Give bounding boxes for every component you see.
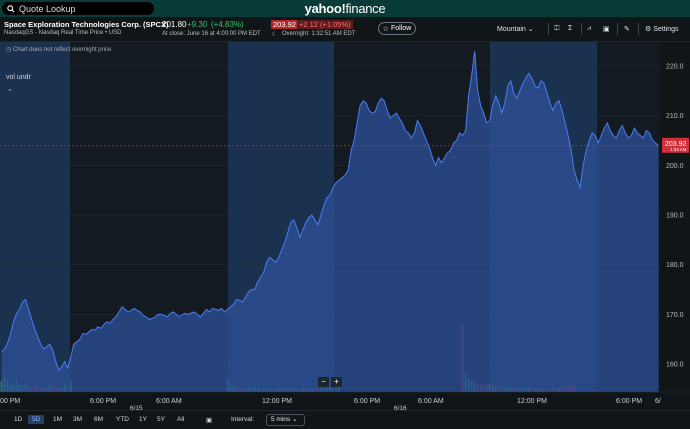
top-bar: Quote Lookup yahoo!finance bbox=[0, 0, 690, 17]
x-tick-label: 6:00 PM bbox=[90, 398, 116, 405]
y-tick-label: 220.0 bbox=[666, 63, 684, 70]
zoom-in-button[interactable]: + bbox=[331, 377, 342, 387]
price-badge-time: 1:33 AM bbox=[670, 147, 687, 152]
y-tick-label: 210.0 bbox=[666, 113, 684, 120]
overnight-time: Overnight: 1:32:51 AM EDT bbox=[282, 31, 356, 37]
exchange-info: NasdaqGS - Nasdaq Real Time Price • USD bbox=[4, 30, 122, 36]
chart-type-icon[interactable]: ⩘ bbox=[587, 25, 591, 33]
indicators-icon[interactable]: Σ bbox=[568, 25, 572, 32]
calendar-icon[interactable]: ▣ bbox=[202, 415, 216, 425]
range-all[interactable]: All bbox=[173, 415, 188, 424]
range-3m[interactable]: 3M bbox=[69, 415, 86, 424]
price-change-percent: (+4.83%) bbox=[211, 20, 244, 29]
y-tick-label: 190.0 bbox=[666, 212, 684, 219]
x-tick-label: 6:00 AM bbox=[156, 398, 182, 405]
y-tick-label: 160.0 bbox=[666, 362, 684, 369]
divider bbox=[617, 23, 618, 35]
y-tick-label: 170.0 bbox=[666, 312, 684, 319]
follow-button[interactable]: ☆ Follow bbox=[378, 22, 416, 35]
range-5y[interactable]: 5Y bbox=[153, 415, 169, 424]
draw-icon[interactable]: ✎ bbox=[624, 25, 630, 33]
interval-select[interactable]: 5 mins ⌄ bbox=[266, 414, 305, 426]
yahoo-finance-logo[interactable]: yahoo!finance bbox=[0, 1, 690, 16]
overnight-price: 203.92 bbox=[271, 20, 298, 29]
clock-icon: ◷ bbox=[6, 47, 12, 53]
interval-label: Interval: bbox=[231, 416, 255, 423]
x-tick-label: 6:00 PM bbox=[354, 398, 380, 405]
chevron-up-icon[interactable]: ⌃ bbox=[7, 88, 13, 96]
overnight-note: ◷ Chart does not reflect overnight price bbox=[6, 47, 112, 53]
y-tick-label: 180.0 bbox=[666, 262, 684, 269]
price-chart[interactable]: 160.0 170.0 180.0 190.0 200.0 210.0 220.0 00 P… bbox=[0, 42, 690, 410]
y-tick-label: 200.0 bbox=[666, 163, 684, 170]
save-icon[interactable]: ▣ bbox=[603, 25, 610, 33]
divider bbox=[548, 23, 549, 35]
volume-reference-label: vol undr bbox=[6, 74, 31, 81]
x-tick-label: 12:00 PM bbox=[262, 398, 292, 405]
theme-select[interactable]: Mountain ⌄ bbox=[497, 25, 534, 33]
range-5d[interactable]: 5D bbox=[28, 415, 45, 424]
range-bar: 1D 5D 1M 3M 6M YTD 1Y 5Y All ▣ Interval:… bbox=[0, 410, 690, 429]
gear-icon: ⚙ bbox=[645, 26, 652, 33]
star-icon: ☆ bbox=[382, 25, 390, 33]
overnight-change: +2.12 bbox=[297, 20, 320, 29]
moon-icon: ☾ bbox=[272, 32, 278, 38]
range-ytd[interactable]: YTD bbox=[112, 415, 133, 424]
x-tick-label: 6:00 PM bbox=[616, 398, 642, 405]
x-tick-label: 00 PM bbox=[0, 398, 20, 405]
range-1m[interactable]: 1M bbox=[49, 415, 66, 424]
close-info: At close: June 16 at 4:00:00 PM EDT bbox=[162, 31, 261, 37]
overnight-change-percent: (+1.05%) bbox=[318, 20, 353, 29]
price-badge: 203.92 1:33 AM bbox=[662, 137, 689, 153]
chart-toolbar: Mountain ⌄ ⎅ Σ ⩘ ▣ ✎ ⚙ Settings bbox=[490, 17, 690, 42]
x-tick-label: 6/ bbox=[655, 398, 661, 405]
x-tick-label: 6:00 AM bbox=[418, 398, 444, 405]
company-name: Space Exploration Technologies Corp. (SP… bbox=[4, 20, 169, 29]
last-price: 201.80 bbox=[162, 20, 187, 29]
chevron-down-icon: ⌄ bbox=[527, 26, 534, 33]
chevron-down-icon: ⌄ bbox=[291, 416, 298, 423]
zoom-controls: − + bbox=[318, 377, 342, 387]
divider bbox=[581, 23, 582, 35]
settings-button[interactable]: ⚙ Settings bbox=[645, 25, 679, 33]
compare-icon[interactable]: ⎅ bbox=[554, 25, 560, 33]
range-1d[interactable]: 1D bbox=[10, 415, 26, 424]
divider bbox=[638, 23, 639, 35]
x-tick-label: 12:00 PM bbox=[517, 398, 547, 405]
price-change: +9.30 bbox=[187, 20, 208, 29]
range-6m[interactable]: 6M bbox=[90, 415, 107, 424]
zoom-out-button[interactable]: − bbox=[318, 377, 329, 387]
range-1y[interactable]: 1Y bbox=[135, 415, 151, 424]
